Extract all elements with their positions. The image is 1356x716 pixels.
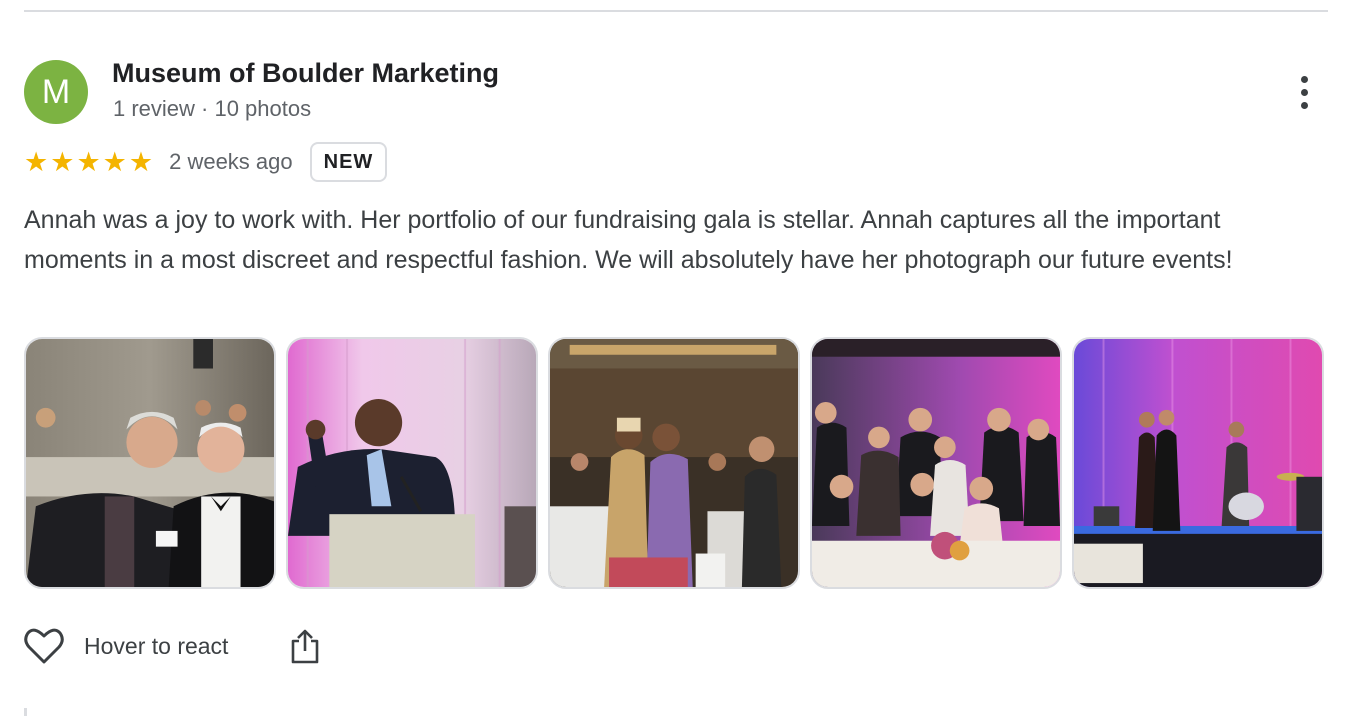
react-button[interactable]: Hover to react [24, 627, 228, 665]
react-label: Hover to react [84, 632, 229, 659]
star-rating: ★ ★ ★ ★ ★ [24, 146, 154, 177]
review-photo-4[interactable] [810, 337, 1062, 589]
share-icon [292, 629, 319, 664]
author-name[interactable]: Museum of Boulder Marketing [112, 58, 499, 89]
review-photo-1[interactable] [24, 337, 276, 589]
photo-strip [24, 337, 1324, 589]
share-button[interactable] [290, 628, 320, 664]
star-icon: ★ [128, 146, 154, 177]
scroll-indicator [24, 708, 27, 716]
avatar[interactable]: M [24, 60, 88, 124]
photo-image [1074, 339, 1322, 587]
review-photo-5[interactable] [1072, 337, 1324, 589]
star-icon: ★ [24, 146, 49, 177]
review-text: Annah was a joy to work with. Her portfo… [24, 206, 1233, 274]
photo-image [550, 339, 798, 587]
more-vert-icon [1300, 75, 1308, 83]
rating-row: ★ ★ ★ ★ ★ 2 weeks ago NEW [24, 140, 388, 184]
author-meta: 1 review · 10 photos [113, 96, 312, 121]
photo-image [288, 339, 536, 587]
avatar-initial: M [41, 72, 71, 111]
review-timestamp: 2 weeks ago [169, 149, 293, 174]
new-badge: NEW [309, 142, 388, 182]
more-vert-icon-dot [1300, 88, 1308, 96]
photo-image [812, 339, 1060, 587]
review-actions: Hover to react [24, 622, 320, 670]
review-photo-3[interactable] [548, 337, 800, 589]
star-icon: ★ [76, 146, 101, 177]
top-divider [24, 10, 1328, 12]
star-icon: ★ [102, 146, 127, 177]
more-vert-icon-dot [1300, 101, 1308, 109]
review-photo-2[interactable] [286, 337, 538, 589]
more-options-button[interactable] [1288, 72, 1320, 112]
star-icon: ★ [50, 146, 75, 177]
photo-image [26, 339, 274, 587]
heart-outline-icon [24, 628, 64, 664]
